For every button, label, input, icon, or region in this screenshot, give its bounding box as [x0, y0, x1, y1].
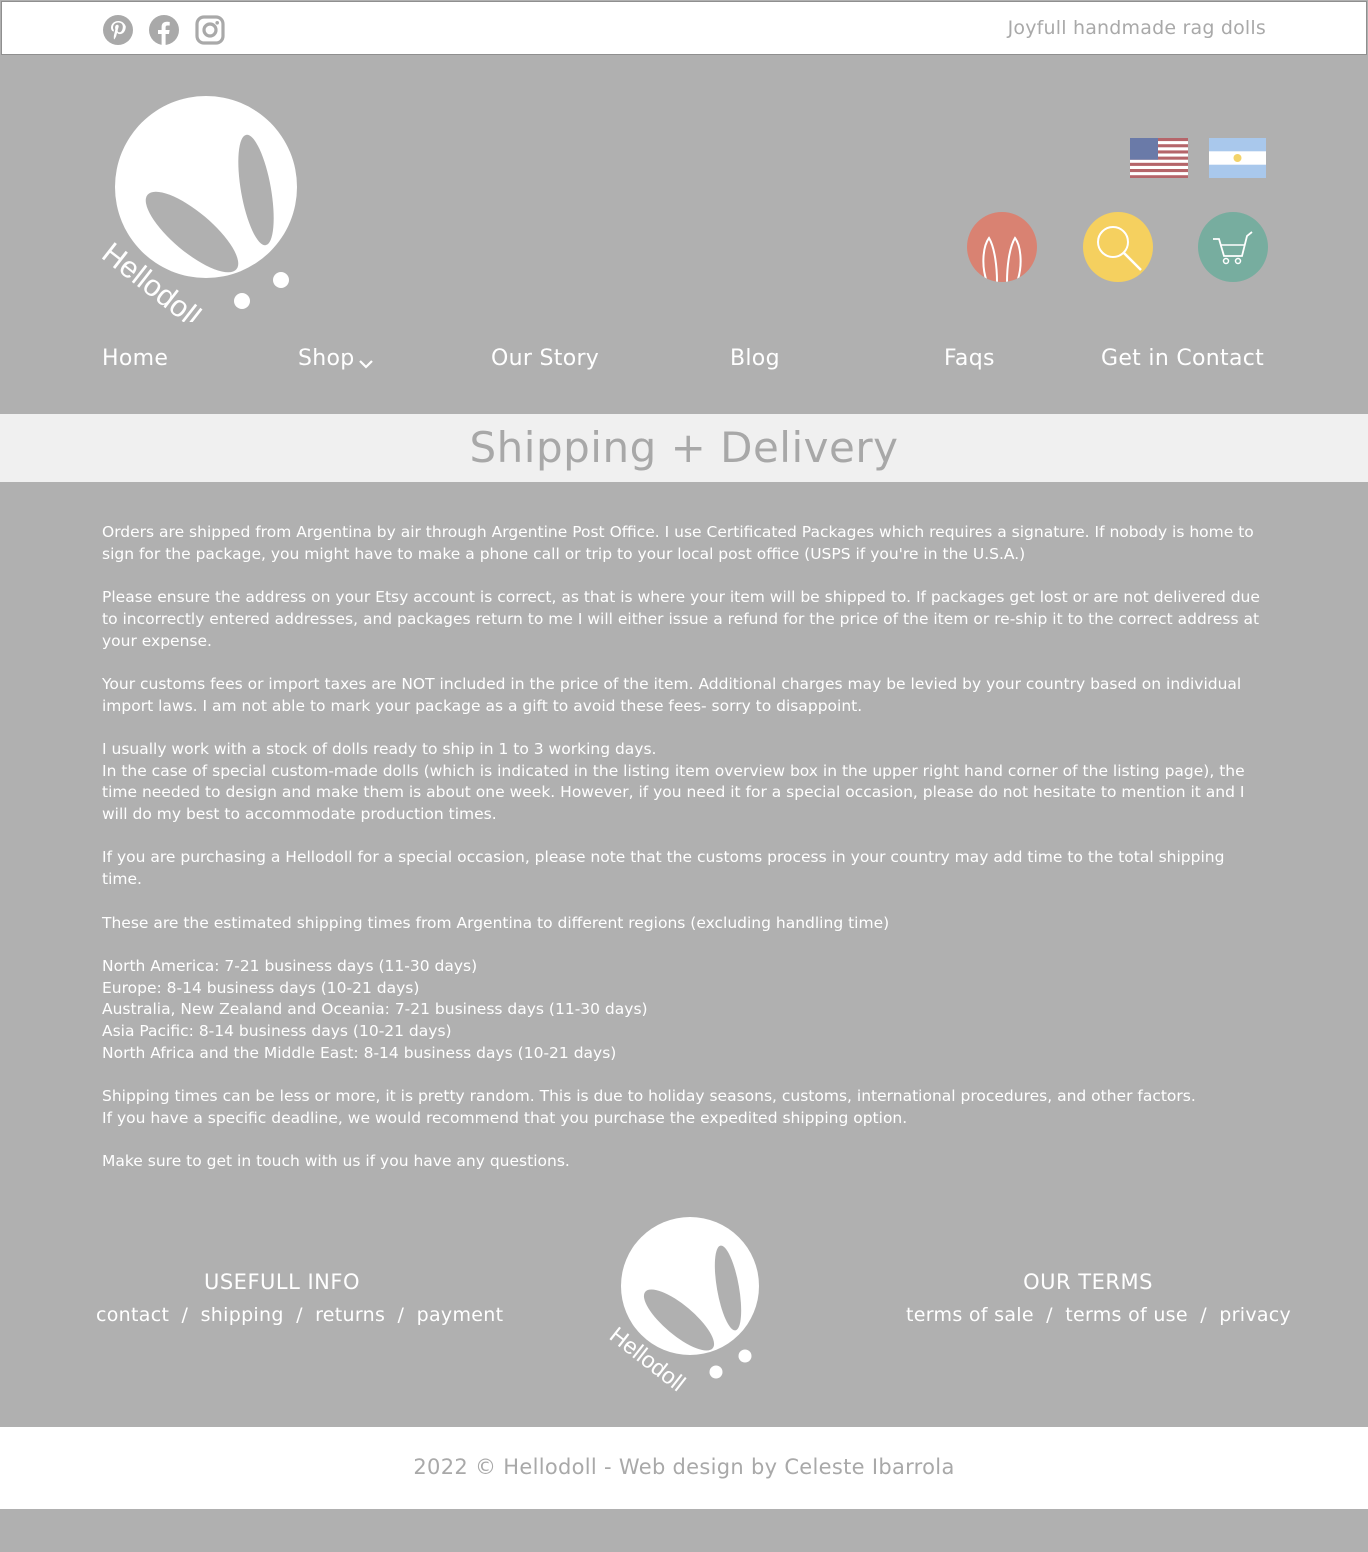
paragraph-line: If you have a specific deadline, we woul…	[102, 1108, 908, 1127]
footer-link-terms-of-use[interactable]: terms of use	[1065, 1304, 1188, 1326]
shipping-content: Orders are shipped from Argentina by air…	[102, 522, 1268, 1195]
cart-icon[interactable]	[1198, 212, 1268, 282]
paragraph-line: In the case of special custom-made dolls…	[102, 761, 1245, 824]
search-icon[interactable]	[1083, 212, 1153, 282]
instagram-icon[interactable]	[194, 14, 226, 46]
title-band: Shipping + Delivery	[0, 414, 1368, 482]
facebook-icon[interactable]	[148, 14, 180, 46]
paragraph-line: If you are purchasing a Hellodoll for a …	[102, 848, 1225, 889]
footer-hellodoll-logo[interactable]: Hellodoll	[602, 1208, 770, 1396]
our-terms-links: terms of sale / terms of use / privacy	[906, 1304, 1291, 1326]
social-links	[102, 14, 226, 46]
separator: /	[181, 1304, 189, 1326]
nav-get-in-contact[interactable]: Get in Contact	[1101, 346, 1264, 371]
bunny-ears-icon[interactable]	[967, 212, 1037, 282]
separator: /	[397, 1304, 405, 1326]
paragraph-line: Please ensure the address on your Etsy a…	[102, 588, 1260, 650]
separator: /	[1200, 1304, 1207, 1326]
footer-link-returns[interactable]: returns	[315, 1304, 385, 1326]
list-item: North Africa and the Middle East: 8-14 b…	[102, 1043, 617, 1062]
paragraph: I usually work with a stock of dolls rea…	[102, 739, 1268, 826]
page-title: Shipping + Delivery	[469, 423, 899, 472]
our-terms-heading: OUR TERMS	[1023, 1270, 1153, 1294]
footer-link-privacy[interactable]: privacy	[1219, 1304, 1291, 1326]
hellodoll-logo[interactable]: Hellodoll	[96, 92, 306, 333]
main-nav: Home Shop Our Story Blog Faqs Get in Con…	[0, 346, 1368, 382]
nav-shop[interactable]: Shop	[298, 346, 375, 371]
list-item: Europe: 8-14 business days (10-21 days)	[102, 978, 420, 997]
argentina-flag[interactable]	[1209, 138, 1266, 178]
our-terms: OUR TERMS terms of sale / terms of use /…	[906, 1270, 1291, 1326]
usa-flag[interactable]	[1130, 138, 1188, 178]
footer-link-contact[interactable]: contact	[96, 1304, 169, 1326]
list-item: North America: 7-21 business days (11-30…	[102, 956, 478, 975]
tagline: Joyfull handmade rag dolls	[1007, 17, 1266, 39]
shipping-times-list: North America: 7-21 business days (11-30…	[102, 956, 1268, 1065]
footer-link-payment[interactable]: payment	[417, 1304, 504, 1326]
list-item: Australia, New Zealand and Oceania: 7-21…	[102, 1000, 648, 1019]
nav-faqs[interactable]: Faqs	[944, 346, 995, 371]
top-bar: Joyfull handmade rag dolls	[1, 1, 1367, 55]
paragraph: Make sure to get in touch with us if you…	[102, 1151, 1268, 1173]
paragraph-line: Make sure to get in touch with us if you…	[102, 1152, 570, 1171]
paragraph: If you are purchasing a Hellodoll for a …	[102, 847, 1268, 890]
useful-info-heading: USEFULL INFO	[203, 1270, 360, 1294]
nav-shop-label: Shop	[298, 346, 355, 371]
list-item: Asia Pacific: 8-14 business days (10-21 …	[102, 1022, 452, 1041]
separator: /	[296, 1304, 303, 1326]
separator: /	[1046, 1304, 1053, 1326]
paragraph-line: Shipping times can be less or more, it i…	[102, 1087, 1196, 1106]
paragraph-line: Orders are shipped from Argentina by air…	[102, 523, 1254, 563]
nav-our-story[interactable]: Our Story	[491, 346, 599, 371]
paragraph: These are the estimated shipping times f…	[102, 913, 1268, 935]
paragraph: Please ensure the address on your Etsy a…	[102, 587, 1268, 652]
paragraph: Shipping times can be less or more, it i…	[102, 1086, 1268, 1129]
copyright-bar: 2022 © Hellodoll - Web design by Celeste…	[0, 1427, 1368, 1509]
paragraph-line: Your customs fees or import taxes are NO…	[102, 674, 1242, 715]
nav-blog[interactable]: Blog	[730, 346, 780, 371]
useful-info-links: contact / shipping / returns / payment	[96, 1304, 503, 1326]
useful-info: USEFULL INFO contact / shipping / return…	[96, 1270, 503, 1326]
copyright-text: 2022 © Hellodoll - Web design by Celeste…	[413, 1455, 955, 1479]
footer-link-shipping[interactable]: shipping	[201, 1304, 284, 1326]
chevron-down-icon	[357, 352, 375, 369]
paragraph: Your customs fees or import taxes are NO…	[102, 674, 1268, 717]
pinterest-icon[interactable]	[102, 14, 134, 46]
paragraph: Orders are shipped from Argentina by air…	[102, 522, 1268, 565]
nav-home[interactable]: Home	[102, 346, 168, 371]
paragraph-line: These are the estimated shipping times f…	[102, 913, 890, 932]
footer-link-terms-of-sale[interactable]: terms of sale	[906, 1304, 1034, 1326]
paragraph-line: I usually work with a stock of dolls rea…	[102, 739, 657, 758]
